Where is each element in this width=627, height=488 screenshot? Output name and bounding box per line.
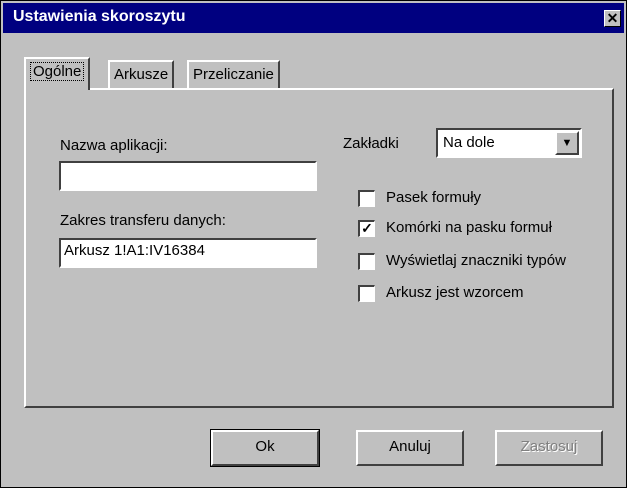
tabs-position-label: Zakładki: [343, 135, 399, 152]
tabs-position-select[interactable]: Na dole ▼: [436, 128, 582, 158]
app-name-input[interactable]: [59, 161, 317, 191]
tabs-position-value: Na dole: [443, 134, 495, 151]
checkbox-cells-label: Komórki na pasku formuł: [386, 219, 552, 236]
transfer-range-value: Arkusz 1!A1:IV16384: [64, 242, 205, 259]
close-button[interactable]: ✕: [604, 10, 621, 27]
tab-calculation-label: Przeliczanie: [193, 66, 274, 83]
apply-button[interactable]: Zastosuj: [495, 430, 603, 466]
chevron-down-icon: ▼: [561, 137, 573, 149]
checkbox-box[interactable]: ✓: [358, 220, 375, 237]
cancel-button[interactable]: Anuluj: [356, 430, 464, 466]
tab-general-label: Ogólne: [30, 62, 85, 81]
checkbox-type-markers-label: Wyświetlaj znaczniki typów: [386, 252, 566, 269]
checkbox-formula-bar-label: Pasek formuły: [386, 189, 482, 206]
window-title: Ustawienia skoroszytu: [13, 8, 186, 25]
checkbox-box[interactable]: [358, 190, 375, 207]
tab-calculation[interactable]: Przeliczanie: [187, 60, 280, 88]
dropdown-button[interactable]: ▼: [555, 131, 579, 155]
close-icon: ✕: [606, 10, 619, 26]
transfer-range-input[interactable]: Arkusz 1!A1:IV16384: [59, 238, 317, 268]
transfer-range-label: Zakres transferu danych:: [60, 212, 226, 229]
checkbox-box[interactable]: [358, 253, 375, 270]
checkbox-box[interactable]: [358, 285, 375, 302]
tab-general[interactable]: Ogólne: [24, 57, 91, 90]
title-bar[interactable]: Ustawienia skoroszytu ✕: [3, 3, 624, 33]
tab-sheets[interactable]: Arkusze: [108, 60, 175, 88]
checkmark-icon: ✓: [361, 220, 373, 236]
ok-button[interactable]: Ok: [210, 429, 320, 467]
app-name-label: Nazwa aplikacji:: [60, 137, 168, 154]
tab-sheets-label: Arkusze: [114, 66, 169, 83]
checkbox-template-label: Arkusz jest wzorcem: [386, 284, 524, 301]
